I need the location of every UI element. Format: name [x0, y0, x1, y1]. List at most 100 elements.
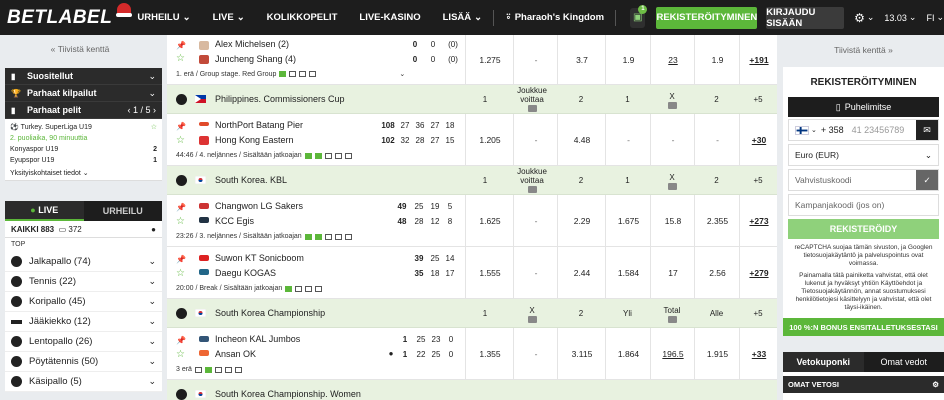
league-row[interactable]: South Korea Championship 1 X 2 Yli Total…: [167, 299, 777, 328]
event-row[interactable]: 📌 ☆ Incheon KAL Jumbos Ansan OK ● 1 25 2…: [167, 328, 777, 380]
odd-total[interactable]: 196.5: [650, 328, 694, 379]
gear-icon[interactable]: ⚙: [932, 380, 939, 389]
sport-jalkapallo[interactable]: Jalkapallo (74) ⌄: [5, 252, 162, 272]
more-markets[interactable]: +191: [739, 35, 777, 84]
login-button[interactable]: KIRJAUDU SISÄÄN: [766, 6, 845, 29]
odd-alle[interactable]: 1.915: [694, 328, 739, 379]
gift-button[interactable]: ▣ 1: [630, 4, 648, 28]
own-bets-header[interactable]: OMAT VETOSI ⚙: [783, 376, 944, 393]
league-more[interactable]: +5: [739, 95, 777, 104]
sport-koripallo[interactable]: Koripallo (45) ⌄: [5, 292, 162, 312]
phone-input[interactable]: 41 23456789: [852, 125, 905, 135]
register-button[interactable]: REKISTERÖITYMINEN: [656, 6, 758, 29]
odd-1b[interactable]: 1.675: [605, 195, 650, 246]
odd-1[interactable]: 1.275: [465, 35, 513, 84]
sidebar-item-parhaat-pelit[interactable]: ▮ Parhaat pelit ‹ 1 / 5 ›: [5, 102, 162, 119]
language-selector[interactable]: FI ⌄: [926, 12, 944, 23]
star-icon[interactable]: ☆: [176, 349, 185, 360]
details-link[interactable]: Yksityiskohtaiset tiedot ⌄: [5, 169, 162, 181]
star-icon[interactable]: ☆: [176, 53, 185, 64]
odd-total[interactable]: 23: [650, 35, 694, 84]
odd-2[interactable]: 4.48: [557, 114, 605, 165]
collapse-right-button[interactable]: Tiivistä kenttä »: [783, 35, 944, 65]
nav-lisaa[interactable]: LISÄÄ ⌄: [432, 12, 493, 23]
odd-2[interactable]: 2.29: [557, 195, 605, 246]
sport-jaakiekko[interactable]: Jääkiekko (12) ⌄: [5, 312, 162, 332]
nav-pharaohs-kingdom[interactable]: ⍤ Pharaoh's Kingdom: [494, 11, 615, 24]
odd-1[interactable]: 1.205: [465, 114, 513, 165]
odd-xb[interactable]: 15.8: [650, 195, 694, 246]
nav-urheilu[interactable]: URHEILU ⌄: [126, 12, 201, 23]
tab-omat-vedot[interactable]: Omat vedot: [863, 352, 944, 372]
sport-poytatennis[interactable]: Pöytätennis (50) ⌄: [5, 352, 162, 372]
top-match-card[interactable]: ⚽ Turkey. SuperLiga U19 ☆ 2. puoliaika, 9…: [5, 119, 162, 169]
odd-x[interactable]: -: [513, 114, 557, 165]
more-markets[interactable]: +33: [739, 328, 777, 379]
register-by-phone-button[interactable]: ▯ Puhelimitse: [788, 97, 939, 117]
pin-icon[interactable]: 📌: [176, 336, 186, 345]
star-icon[interactable]: ☆: [176, 216, 185, 227]
odd-2[interactable]: 2.44: [557, 247, 605, 298]
more-markets[interactable]: +30: [739, 114, 777, 165]
odd-1b[interactable]: 1.584: [605, 247, 650, 298]
sidebar-item-parhaat-kilpailut[interactable]: 🏆 Parhaat kilpailut ⌄: [5, 85, 162, 102]
odd-alle[interactable]: 1.9: [694, 35, 739, 84]
league-row[interactable]: South Korea. KBL 1 Joukkue voittaa 2 1 X…: [167, 166, 777, 195]
league-row[interactable]: South Korea Championship. Women: [167, 380, 777, 400]
star-icon[interactable]: ☆: [176, 135, 185, 146]
time-display[interactable]: 13.03 ⌄: [884, 12, 916, 23]
phone-field[interactable]: ⌄ + 358 41 23456789 ✉: [788, 119, 939, 141]
nav-live-kasino[interactable]: LIVE-KASINO: [348, 12, 431, 23]
nav-kolikkopelit[interactable]: KOLIKKOPELIT: [256, 12, 349, 23]
league-row[interactable]: Philippines. Commissioners Cup 1 Joukkue…: [167, 85, 777, 114]
tab-vetokuponki[interactable]: Vetokuponki: [783, 352, 864, 372]
odd-x[interactable]: -: [513, 328, 557, 379]
odd-x[interactable]: -: [513, 247, 557, 298]
event-row[interactable]: 📌 ☆ Suwon KT Sonicboom Daegu KOGAS 39 25…: [167, 247, 777, 299]
tab-live[interactable]: ● LIVE: [5, 201, 84, 221]
odd-2[interactable]: 3.7: [557, 35, 605, 84]
sport-lentopallo[interactable]: Lentopallo (26) ⌄: [5, 332, 162, 352]
pin-icon[interactable]: 📌: [176, 255, 186, 264]
confirm-code-button[interactable]: ✓: [916, 170, 938, 190]
odd-xb[interactable]: -: [650, 114, 694, 165]
send-code-button[interactable]: ✉: [916, 120, 938, 140]
register-submit-button[interactable]: REKISTERÖIDY: [788, 219, 939, 239]
star-icon[interactable]: ☆: [176, 268, 185, 279]
odd-1[interactable]: 1.355: [465, 328, 513, 379]
league-more[interactable]: +5: [739, 309, 777, 318]
collapse-left-button[interactable]: « Tiivistä kenttä: [0, 35, 160, 63]
tab-urheilu[interactable]: URHEILU: [83, 201, 162, 221]
settings-button[interactable]: ⚙ ⌄: [854, 11, 874, 25]
odd-1b[interactable]: -: [605, 114, 650, 165]
more-markets[interactable]: +279: [739, 247, 777, 298]
odd-x[interactable]: -: [513, 35, 557, 84]
league-more[interactable]: +5: [739, 176, 777, 185]
event-row[interactable]: 📌 ☆ NorthPort Batang Pier Hong Kong East…: [167, 114, 777, 166]
star-icon[interactable]: ☆: [151, 122, 157, 133]
sport-kasipallo[interactable]: Käsipallo (5) ⌄: [5, 372, 162, 392]
odd-1[interactable]: 1.555: [465, 247, 513, 298]
odd-2b[interactable]: 2.56: [694, 247, 739, 298]
odd-2b[interactable]: -: [694, 114, 739, 165]
odd-2b[interactable]: 2.355: [694, 195, 739, 246]
nav-live[interactable]: LIVE ⌄: [202, 12, 256, 23]
bonus-banner[interactable]: 100 %:N BONUS ENSITALLETUKSESTASI: [783, 318, 944, 336]
odd-2[interactable]: 3.115: [557, 328, 605, 379]
finland-flag-icon[interactable]: [795, 125, 809, 135]
odd-1[interactable]: 1.625: [465, 195, 513, 246]
odd-yli[interactable]: 1.864: [605, 328, 650, 379]
all-events-row[interactable]: KAIKKI 883 ▭ 372 ●: [5, 221, 162, 238]
odd-yli[interactable]: 1.9: [605, 35, 650, 84]
event-row[interactable]: 📌 ☆ Alex Michelsen (2) Juncheng Shang (4…: [167, 35, 777, 85]
more-markets[interactable]: +273: [739, 195, 777, 246]
pager[interactable]: ‹ 1 / 5 ›: [127, 105, 156, 115]
betlabel-logo[interactable]: BETLABEL: [0, 0, 132, 35]
sidebar-item-suositellut[interactable]: ▮ Suositellut ⌄: [5, 68, 162, 85]
sport-tennis[interactable]: Tennis (22) ⌄: [5, 272, 162, 292]
pin-icon[interactable]: 📌: [176, 41, 186, 50]
event-row[interactable]: 📌 ☆ Changwon LG Sakers KCC Egis 49 25 19…: [167, 195, 777, 247]
currency-select[interactable]: Euro (EUR) ⌄: [788, 144, 939, 166]
promo-code-input[interactable]: Kampanjakoodi (jos on): [788, 194, 939, 216]
pin-icon[interactable]: 📌: [176, 203, 186, 212]
